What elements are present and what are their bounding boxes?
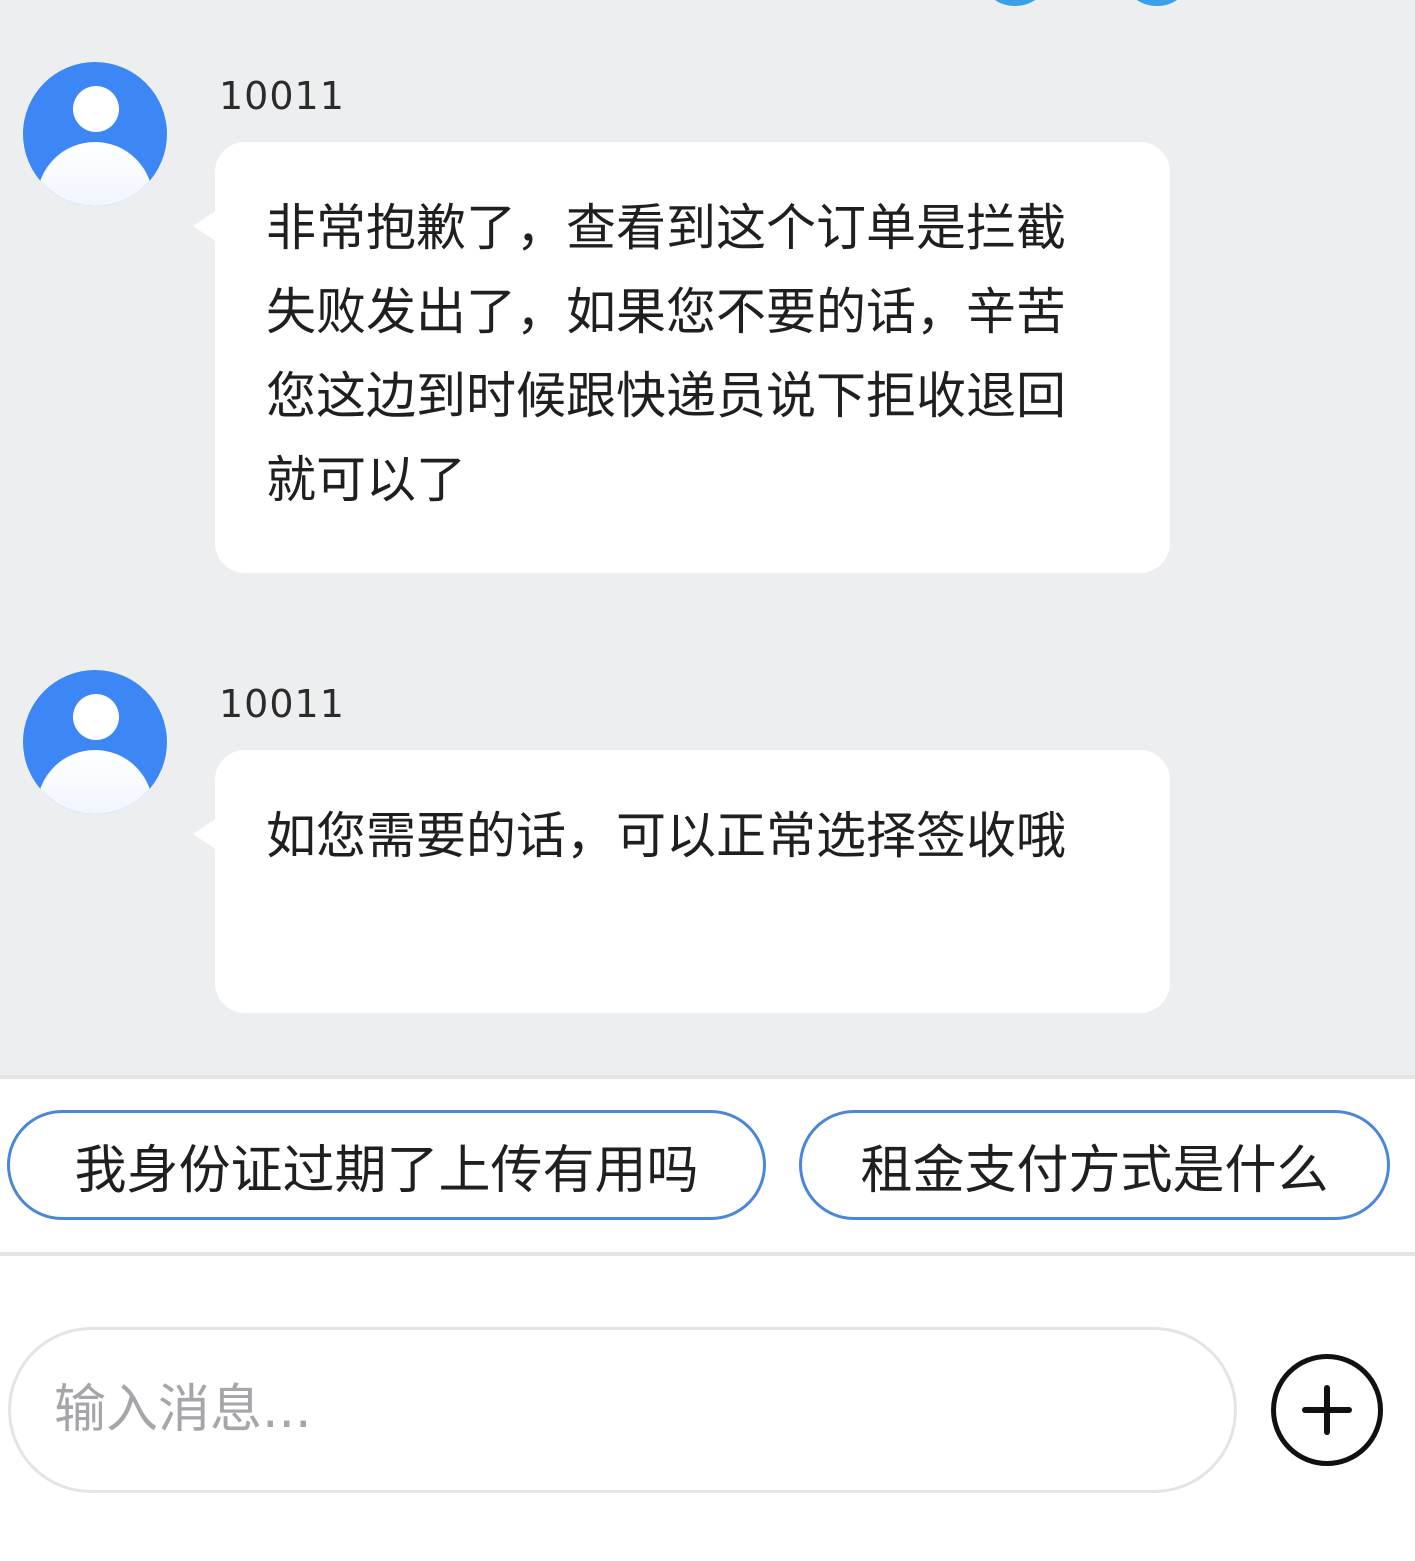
sender-name: 10011 <box>219 74 345 118</box>
quick-reply-chip[interactable]: 我身份证过期了上传有用吗 <box>7 1110 766 1220</box>
partial-top-icon[interactable] <box>985 0 1045 6</box>
avatar-icon[interactable] <box>23 62 167 206</box>
divider <box>0 1252 1415 1256</box>
message-text: 非常抱歉了，查看到这个订单是拦截失败发出了，如果您不要的话，辛苦您这边到时候跟快… <box>266 199 1066 509</box>
sender-name: 10011 <box>219 682 345 726</box>
message-bubble[interactable]: 非常抱歉了，查看到这个订单是拦截失败发出了，如果您不要的话，辛苦您这边到时候跟快… <box>193 142 1170 573</box>
partial-top-icon[interactable] <box>1127 0 1187 6</box>
message-input[interactable] <box>8 1327 1237 1493</box>
divider <box>0 1075 1415 1079</box>
message-text: 如您需要的话，可以正常选择签收哦 <box>266 807 1066 865</box>
avatar-icon[interactable] <box>23 670 167 814</box>
plus-icon[interactable] <box>1271 1354 1383 1466</box>
message-bubble[interactable]: 如您需要的话，可以正常选择签收哦 <box>193 750 1170 1013</box>
chat-area: 10011 非常抱歉了，查看到这个订单是拦截失败发出了，如果您不要的话，辛苦您这… <box>0 0 1415 1075</box>
quick-reply-chip[interactable]: 租金支付方式是什么 <box>799 1110 1390 1220</box>
